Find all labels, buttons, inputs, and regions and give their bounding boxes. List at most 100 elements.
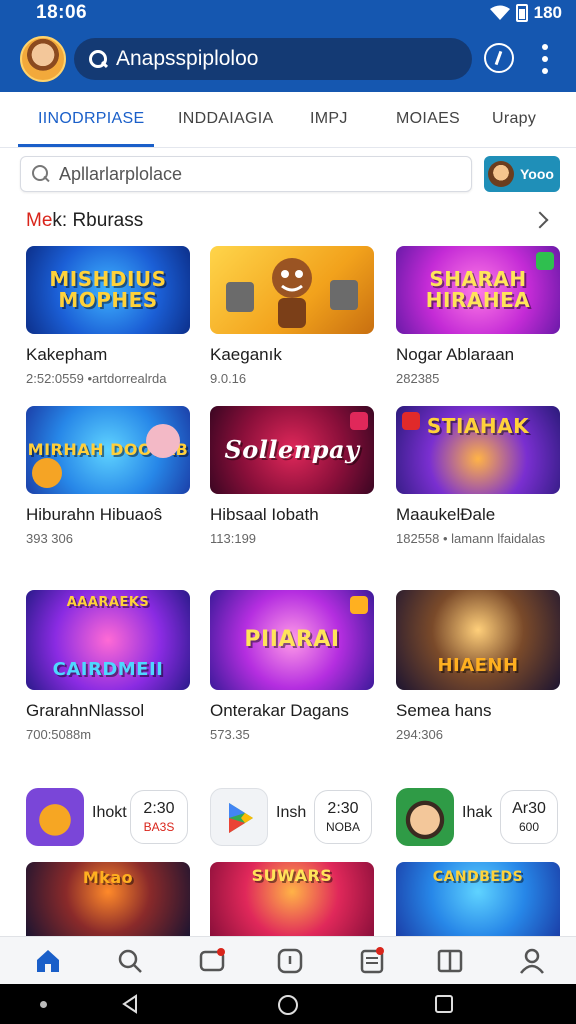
badge-icon	[536, 252, 554, 270]
back-icon[interactable]	[120, 994, 140, 1014]
game-thumbnail: CANDBEDS	[396, 862, 560, 936]
secondary-search-placeholder: Apllarlarplolace	[59, 163, 183, 184]
home-icon[interactable]	[34, 947, 62, 975]
search-icon	[88, 49, 108, 69]
game-meta: 700:5088m	[26, 727, 92, 742]
game-thumbnail: MIRHAH DOOLAB	[26, 406, 190, 494]
game-card[interactable]: CANDBEDS	[396, 862, 560, 936]
list-icon[interactable]	[358, 947, 386, 975]
game-name: GrarahnΝlassol	[26, 701, 145, 720]
game-meta: 9.0.16	[210, 371, 247, 386]
promo-label: Yooo	[520, 166, 554, 182]
games-icon[interactable]	[198, 947, 226, 975]
mini-app-item[interactable]: Ihokt 2:30 BA3S	[26, 788, 196, 848]
game-thumbnail: STIAHAK	[396, 406, 560, 494]
game-thumbnail: SHARAH HIRAHEA	[396, 246, 560, 334]
search-icon	[31, 164, 51, 184]
app-bar: 18:06 180 Anapsspiploloo	[0, 0, 576, 92]
pin-icon[interactable]	[484, 43, 514, 73]
system-navigation-bar	[0, 984, 576, 1024]
game-thumbnail	[210, 246, 374, 334]
game-card[interactable]: PIIARAI Onterakar Dagans 573.35	[210, 590, 374, 742]
home-button-icon[interactable]	[277, 994, 299, 1016]
game-name: Hibsaal Iobath	[210, 505, 319, 524]
game-card[interactable]: Mkao	[26, 862, 190, 936]
game-card[interactable]: HIAENH Semea hans 294:306	[396, 590, 560, 742]
promo-button[interactable]: Yooo	[484, 156, 560, 192]
tab-4[interactable]: MOIAES	[396, 110, 460, 128]
status-bar: 18:06 180	[0, 0, 576, 26]
game-thumbnail: PIIARAI	[210, 590, 374, 690]
dot-icon	[40, 1001, 47, 1008]
secondary-search-input[interactable]: Apllarlarplolace	[20, 156, 472, 192]
game-meta: 113:199	[210, 531, 257, 546]
app-name: Ihokt	[92, 804, 127, 821]
game-name: Onterakar Dagans	[210, 701, 349, 720]
recents-icon[interactable]	[434, 994, 454, 1014]
game-name: Nogar Ablaraan	[396, 345, 515, 364]
game-name: MaaukelÐale	[396, 505, 496, 524]
tab-3[interactable]: IMPJ	[310, 110, 348, 128]
apps-icon[interactable]	[276, 947, 304, 975]
game-card[interactable]: SUWARS	[210, 862, 374, 936]
game-card[interactable]: Sollenpay Hibsaal Iobath 113:199	[210, 406, 374, 546]
more-vertical-icon[interactable]	[540, 44, 550, 74]
game-meta: 282385	[396, 371, 440, 386]
game-thumbnail: Mkao	[26, 862, 190, 936]
game-meta: 182558 • lamann lfaidalas	[396, 531, 546, 546]
category-tabs: IINODRPIASE INDDAIAGIA IMPJ MOIAES Urapy	[0, 92, 576, 148]
character-icon	[146, 424, 180, 458]
tab-1[interactable]: IINODRPIASE	[38, 110, 144, 128]
search-icon[interactable]	[116, 947, 144, 975]
game-thumbnail: AAARAEKS CAIRDMEII	[26, 590, 190, 690]
avatar[interactable]	[20, 36, 66, 82]
game-card[interactable]: AAARAEKS CAIRDMEII GrarahnΝlassol 700:50…	[26, 590, 190, 742]
game-meta: 2:52:0559 •artdorrealrda	[26, 371, 167, 386]
tab-5[interactable]: Urapy	[492, 110, 536, 128]
game-name: Semea hans	[396, 701, 492, 720]
battery-label: 180	[533, 3, 562, 22]
search-input[interactable]: Anapsspiploloo	[74, 38, 472, 80]
section-title: Mek: Rburass	[26, 210, 144, 231]
bottom-navigation	[0, 936, 576, 984]
game-meta: 573.35	[210, 727, 250, 742]
game-card[interactable]: SHARAH HIRAHEA Nogar Ablaraan 282385	[396, 246, 560, 386]
wifi-icon	[489, 5, 510, 20]
chevron-right-icon[interactable]	[531, 211, 549, 229]
game-card[interactable]: STIAHAK MaaukelÐale 182558 • lamann lfai…	[396, 406, 560, 546]
app-name: Insh	[276, 804, 307, 821]
active-tab-indicator	[18, 144, 154, 147]
game-thumbnail: HIAENH	[396, 590, 560, 690]
status-time: 18:06	[36, 2, 88, 23]
app-time-box: Ar30 600	[500, 790, 558, 844]
battery-icon	[515, 4, 528, 22]
book-icon[interactable]	[436, 947, 464, 975]
game-name: Kaeganık	[210, 345, 282, 364]
badge-icon	[350, 596, 368, 614]
play-store-icon	[210, 788, 268, 846]
mini-app-item[interactable]: Ihak Ar30 600	[396, 788, 566, 848]
app-icon	[26, 788, 84, 846]
game-thumbnail: MISHDIUS MOPHES	[26, 246, 190, 334]
badge-icon	[350, 412, 368, 430]
mini-app-item[interactable]: Insh 2:30 NOBA	[210, 788, 380, 848]
profile-icon[interactable]	[518, 947, 546, 975]
secondary-search-row: Apllarlarplolace Yooo	[12, 152, 564, 198]
badge-icon	[402, 412, 420, 430]
game-card[interactable]: MIRHAH DOOLAB Hiburahn Hibuaoŝ 393 306	[26, 406, 190, 546]
character-icon	[226, 258, 358, 328]
character-icon	[488, 161, 514, 187]
app-time-box: 2:30 NOBA	[314, 790, 372, 844]
game-meta: 294:306	[396, 727, 443, 742]
game-thumbnail: Sollenpay	[210, 406, 374, 494]
tab-2[interactable]: INDDAIAGIA	[178, 110, 273, 128]
game-meta: 393 306	[26, 531, 73, 546]
game-card[interactable]: Kaeganık 9.0.16	[210, 246, 374, 386]
game-card[interactable]: MISHDIUS MOPHES Kakepham 2:52:0559 •artd…	[26, 246, 190, 386]
play-store-screen: 18:06 180 Anapsspiploloo IINODRPIASE IND…	[0, 0, 576, 1024]
game-thumbnail: SUWARS	[210, 862, 374, 936]
character-icon	[32, 458, 62, 488]
app-name: Ihak	[462, 804, 493, 821]
app-time-box: 2:30 BA3S	[130, 790, 188, 844]
game-name: Hiburahn Hibuaoŝ	[26, 505, 163, 524]
